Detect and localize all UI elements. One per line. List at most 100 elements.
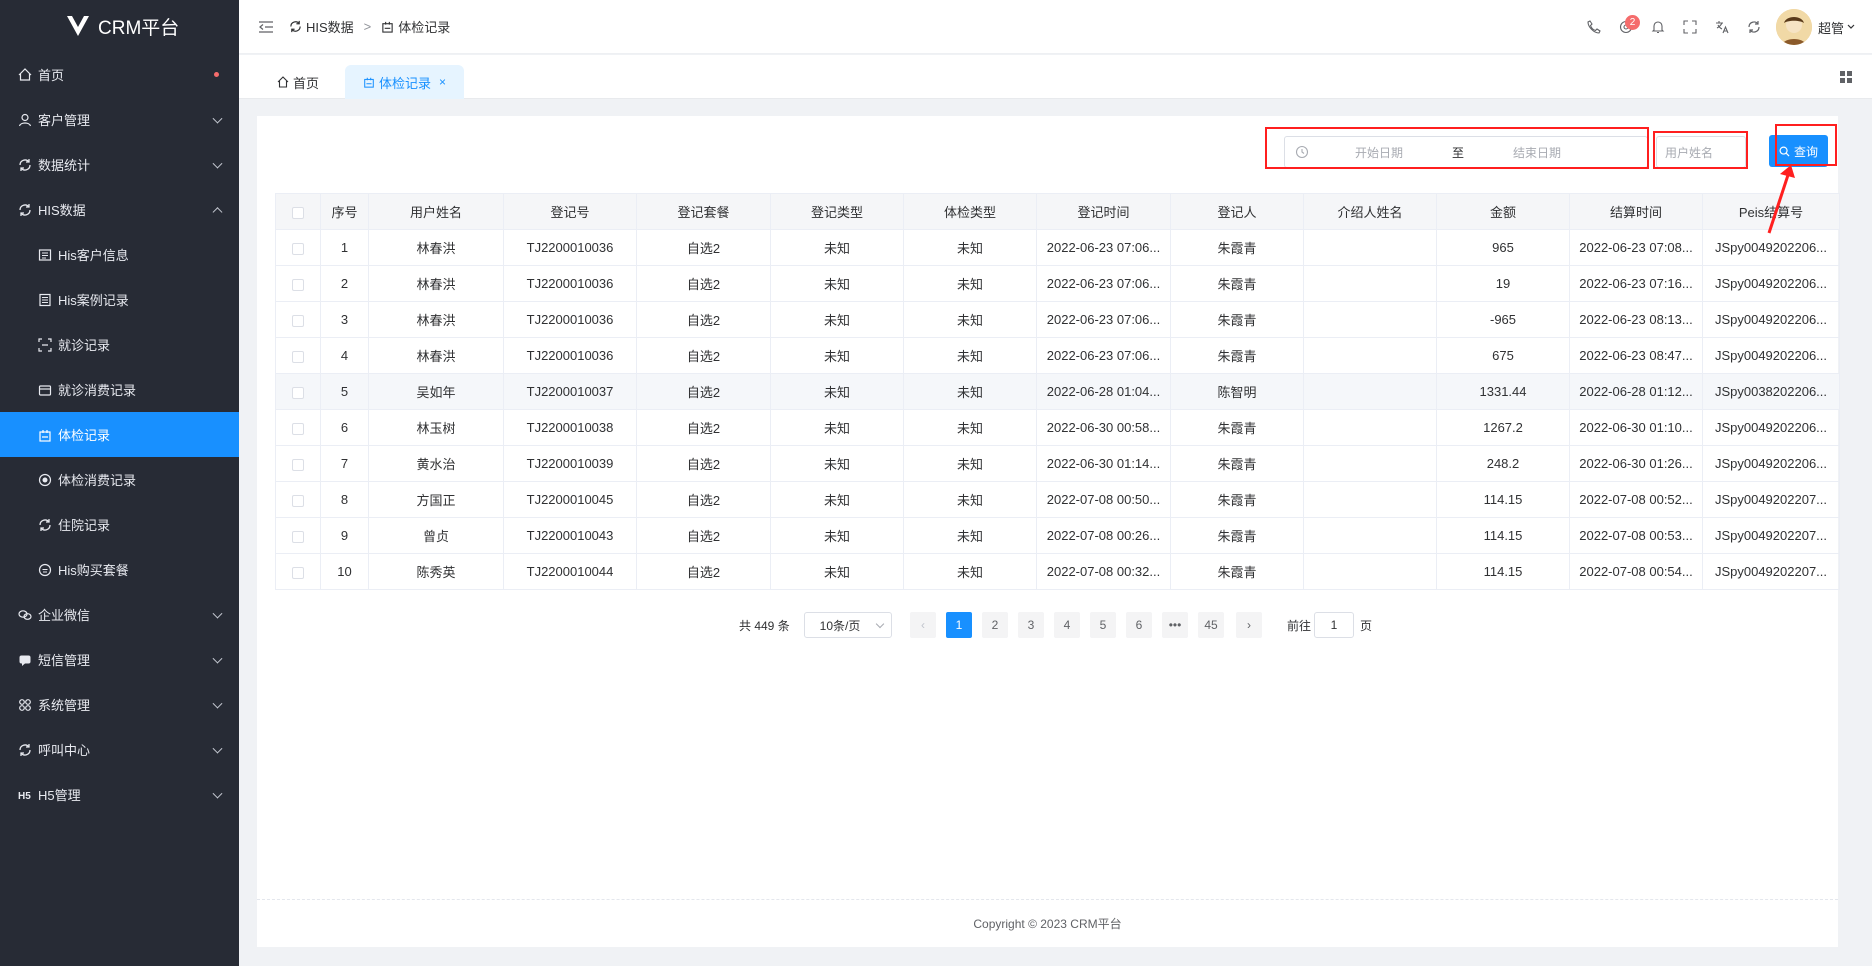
row-checkbox[interactable]	[292, 350, 304, 363]
sidebar-menu: 首页客户管理数据统计 HIS数据 His客户信息 His案例记录 就诊记录 就诊消费记录体…	[0, 52, 239, 817]
more-pages-button[interactable]: •••	[1162, 612, 1188, 638]
row-select-cell	[275, 373, 321, 410]
row-checkbox[interactable]	[292, 314, 304, 327]
sidebar-item[interactable]: 体检记录	[0, 412, 239, 457]
table-row[interactable]: 2 林春洪 TJ2200010036 自选2 未知 未知 2022-06-23 07:06.…	[275, 265, 1840, 302]
coin-icon	[38, 473, 52, 487]
row-select-cell	[275, 553, 321, 590]
table-cell: 2	[320, 265, 369, 302]
page-size-select[interactable]: 10条/页	[804, 612, 892, 638]
page-button[interactable]: 45	[1198, 612, 1224, 638]
row-checkbox[interactable]	[292, 422, 304, 435]
tab-home[interactable]: 首页	[263, 65, 333, 99]
table-cell: 自选2	[636, 553, 771, 590]
table-cell	[1303, 409, 1437, 446]
table-cell: 自选2	[636, 265, 771, 302]
refresh-icon	[18, 158, 32, 172]
sidebar-item[interactable]: HIS数据	[0, 187, 239, 232]
page-button[interactable]: 3	[1018, 612, 1044, 638]
sidebar-item[interactable]: 数据统计	[0, 142, 239, 187]
table-row[interactable]: 7 黄水治 TJ2200010039 自选2 未知 未知 2022-06-30 01:14.…	[275, 445, 1840, 482]
next-page-button[interactable]: ›	[1236, 612, 1262, 638]
table-row[interactable]: 5 吴如年 TJ2200010037 自选2 未知 未知 2022-06-28 01:04.…	[275, 373, 1840, 410]
table-cell	[1303, 265, 1437, 302]
chevron-down-icon[interactable]	[1846, 22, 1856, 32]
page-button[interactable]: 5	[1090, 612, 1116, 638]
table-row[interactable]: 8 方国正 TJ2200010045 自选2 未知 未知 2022-07-08 00:50.…	[275, 481, 1840, 518]
prev-page-button[interactable]: ‹	[910, 612, 936, 638]
row-checkbox[interactable]	[292, 458, 304, 471]
bell-button[interactable]	[1642, 11, 1674, 43]
table-cell: 曾贞	[368, 517, 504, 554]
close-icon[interactable]: ×	[439, 75, 446, 89]
breadcrumb: HIS数据 > 体检记录	[289, 17, 450, 36]
row-checkbox[interactable]	[292, 494, 304, 507]
refresh-icon	[1748, 21, 1760, 33]
table-cell: 朱霞青	[1170, 265, 1304, 302]
table-cell: 114.15	[1436, 517, 1570, 554]
table-cell: 2022-07-08 00:50...	[1036, 481, 1171, 518]
table-cell: 未知	[770, 337, 904, 374]
table-row[interactable]: 4 林春洪 TJ2200010036 自选2 未知 未知 2022-06-23 07:06.…	[275, 337, 1840, 374]
language-button[interactable]	[1706, 11, 1738, 43]
grid-menu-icon[interactable]	[1838, 69, 1854, 85]
page-button[interactable]: 1	[946, 612, 972, 638]
table-row[interactable]: 3 林春洪 TJ2200010036 自选2 未知 未知 2022-06-23 07:06.…	[275, 301, 1840, 338]
app-logo[interactable]: CRM平台	[0, 0, 239, 52]
sidebar-item-label: 数据统计	[38, 158, 91, 173]
sidebar-item[interactable]: 首页	[0, 52, 239, 97]
row-checkbox[interactable]	[292, 386, 304, 399]
table-cell: 1267.2	[1436, 409, 1570, 446]
h5-icon: H5	[18, 788, 32, 802]
phone-button[interactable]	[1578, 11, 1610, 43]
avatar[interactable]	[1775, 9, 1812, 45]
refresh-button[interactable]	[1738, 11, 1770, 43]
user-name[interactable]: 超管	[1818, 18, 1844, 37]
sidebar-item[interactable]: 就诊记录	[0, 322, 239, 367]
row-checkbox[interactable]	[292, 278, 304, 291]
table-row[interactable]: 9 曾贞 TJ2200010043 自选2 未知 未知 2022-07-08 00:26..…	[275, 517, 1840, 554]
table-cell: 黄水治	[368, 445, 504, 482]
table-cell: 19	[1436, 265, 1570, 302]
sidebar-item[interactable]: 短信管理	[0, 637, 239, 682]
tab-exam-records[interactable]: 体检记录 ×	[345, 65, 465, 99]
notification-button[interactable]: 2	[1610, 11, 1642, 43]
breadcrumb-item-his[interactable]: HIS数据	[289, 17, 354, 36]
page-button[interactable]: 4	[1054, 612, 1080, 638]
table-row[interactable]: 10 陈秀英 TJ2200010044 自选2 未知 未知 2022-07-08 00:32…	[275, 553, 1840, 590]
fullscreen-button[interactable]	[1674, 11, 1706, 43]
row-checkbox[interactable]	[292, 530, 304, 543]
sidebar-item[interactable]: His案例记录	[0, 277, 239, 322]
table-cell: 林春洪	[368, 337, 504, 374]
sidebar-item[interactable]: 客户管理	[0, 97, 239, 142]
sidebar-item[interactable]: 体检消费记录	[0, 457, 239, 502]
sidebar-item[interactable]: H5 H5管理	[0, 772, 239, 817]
refresh-icon	[290, 20, 301, 33]
sidebar-item[interactable]: 呼叫中心	[0, 727, 239, 772]
sidebar-item[interactable]: His购买套餐	[0, 547, 239, 592]
table-row[interactable]: 6 林玉树 TJ2200010038 自选2 未知 未知 2022-06-30 00:58.…	[275, 409, 1840, 446]
sidebar-item[interactable]: His客户信息	[0, 232, 239, 277]
page-button[interactable]: 2	[982, 612, 1008, 638]
table-cell: JSpy0049202207...	[1702, 517, 1840, 554]
page-size-value: 10条/页	[819, 618, 861, 633]
row-checkbox[interactable]	[292, 242, 304, 255]
sidebar-item[interactable]: 就诊消费记录	[0, 367, 239, 412]
select-all-checkbox[interactable]	[292, 206, 304, 219]
row-checkbox[interactable]	[292, 566, 304, 579]
page-button[interactable]: 6	[1126, 612, 1152, 638]
sidebar-item[interactable]: 住院记录	[0, 502, 239, 547]
table-row[interactable]: 1 林春洪 TJ2200010036 自选2 未知 未知 2022-06-23 07:06.…	[275, 229, 1840, 266]
sidebar-item-label: 首页	[38, 68, 65, 83]
table-cell: 1331.44	[1436, 373, 1570, 410]
table-cell: 朱霞青	[1170, 553, 1304, 590]
table-cell: 2022-07-08 00:53...	[1569, 517, 1703, 554]
sidebar-item[interactable]: 企业微信	[0, 592, 239, 637]
table-cell: JSpy0049202206...	[1702, 265, 1840, 302]
document-icon	[38, 293, 52, 307]
table-cell: -965	[1436, 301, 1570, 338]
goto-page-input[interactable]: 1	[1314, 612, 1354, 638]
table-cell: 2022-06-23 08:47...	[1569, 337, 1703, 374]
sidebar-item[interactable]: 系统管理	[0, 682, 239, 727]
collapse-sidebar-button[interactable]	[257, 18, 275, 36]
